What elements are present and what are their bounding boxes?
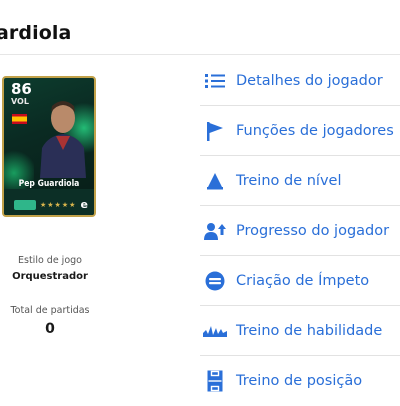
pitch-icon <box>202 369 228 393</box>
menu-item-position-training[interactable]: Treino de posição <box>200 356 400 406</box>
card-rating: 86 <box>11 80 32 98</box>
menu-item-skill-training[interactable]: Treino de habilidade <box>200 306 400 356</box>
menu-item-label: Treino de nível <box>236 173 342 189</box>
menu-item-momentum-creation[interactable]: Criação de Ímpeto <box>200 256 400 306</box>
skill-wave-icon <box>202 319 228 343</box>
menu-item-label: Criação de Ímpeto <box>236 273 370 289</box>
person-up-icon <box>202 219 228 243</box>
playstyle-value: Orquestrador <box>12 271 88 282</box>
header-divider <box>0 54 400 55</box>
menu-item-player-details[interactable]: Detalhes do jogador <box>200 56 400 106</box>
menu-item-player-roles[interactable]: Funções de jogadores <box>200 106 400 156</box>
spain-flag-icon <box>12 114 27 124</box>
menu-item-level-training[interactable]: Treino de nível <box>200 156 400 206</box>
menu-item-label: Treino de posição <box>236 373 363 389</box>
list-icon <box>202 69 228 93</box>
menu-item-label: Funções de jogadores <box>236 123 394 139</box>
menu-item-label: Detalhes do jogador <box>236 73 383 89</box>
card-position: VOL <box>11 97 29 106</box>
card-stars: ★★★★★ <box>40 201 77 209</box>
momentum-icon <box>202 269 228 293</box>
efootball-logo-icon: e <box>80 198 88 211</box>
card-badge-icon <box>14 200 36 210</box>
page-title: ardiola <box>0 22 72 44</box>
player-card[interactable]: 86 VOL Pep Guardiola ★★★★★ e <box>2 76 96 217</box>
player-portrait <box>40 101 86 178</box>
menu-item-label: Progresso do jogador <box>236 223 390 239</box>
playstyle-label: Estilo de jogo <box>18 255 82 266</box>
triangle-icon <box>202 169 228 193</box>
card-player-name: Pep Guardiola <box>18 179 80 189</box>
matches-label: Total de partidas <box>10 305 90 316</box>
matches-value: 0 <box>45 321 55 337</box>
menu-item-label: Treino de habilidade <box>236 323 383 339</box>
menu-item-player-progress[interactable]: Progresso do jogador <box>200 206 400 256</box>
flag-icon <box>202 119 228 143</box>
